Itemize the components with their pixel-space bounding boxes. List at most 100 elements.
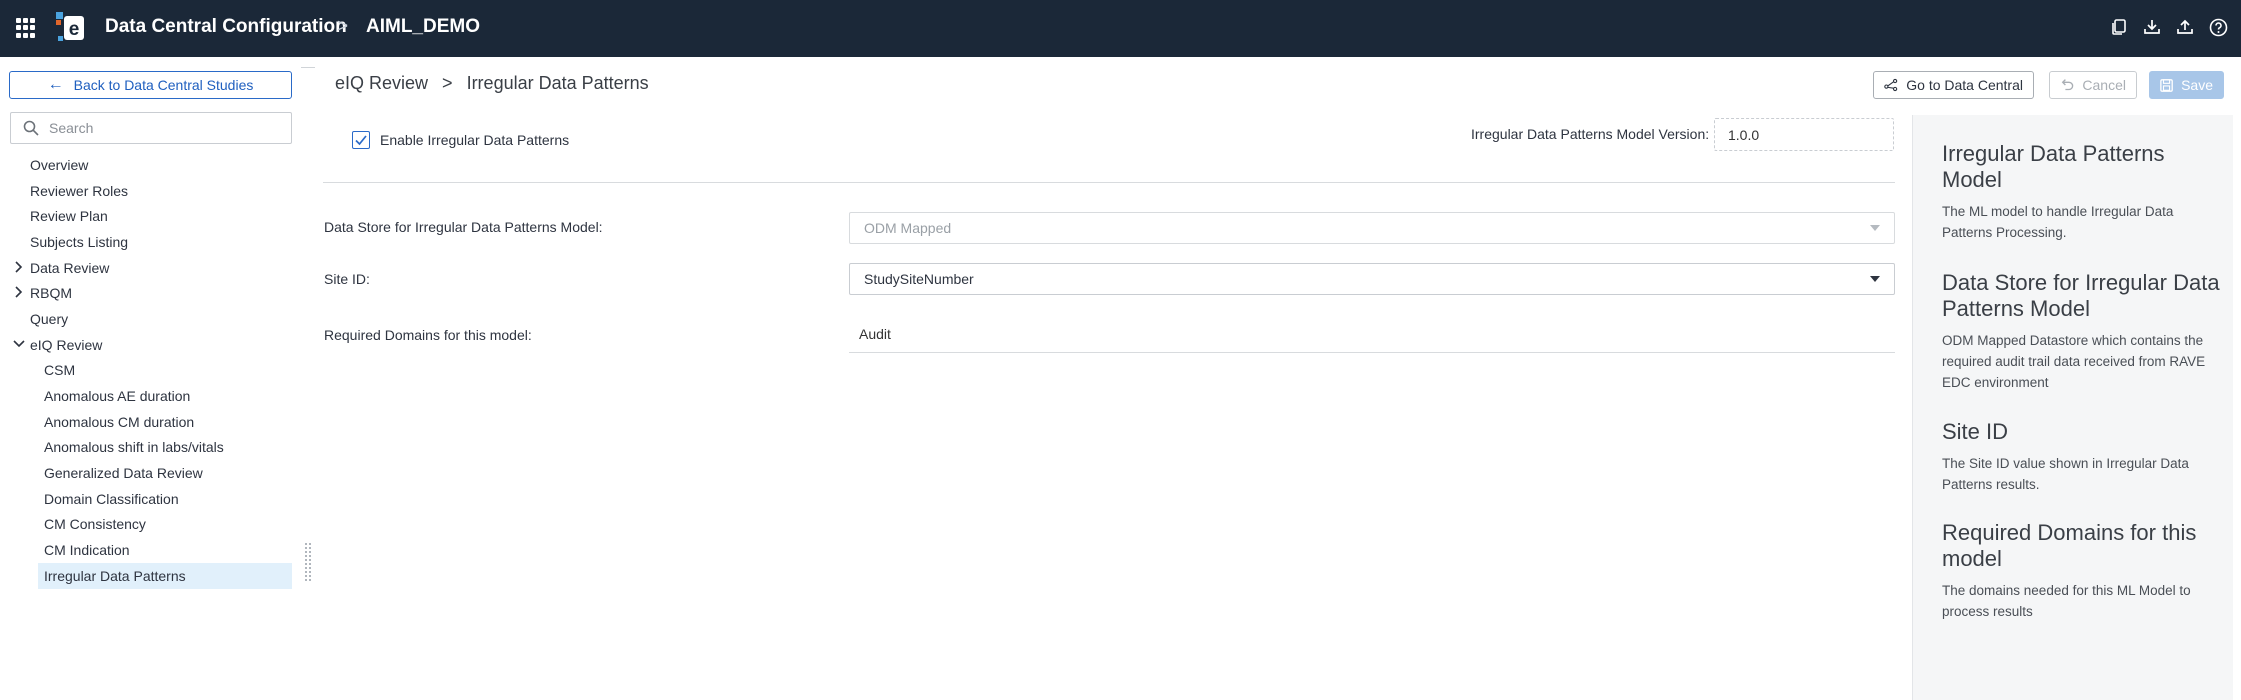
- sidebar-item-generalized-data-review[interactable]: Generalized Data Review: [0, 460, 295, 486]
- help-section-data-store: Data Store for Irregular Data Patterns M…: [1942, 270, 2224, 393]
- sidebar-item-cm-consistency[interactable]: CM Consistency: [0, 512, 295, 538]
- sidebar-item-data-review[interactable]: Data Review: [0, 255, 295, 281]
- sidebar-item-label: Query: [30, 310, 69, 327]
- help-section-site-id: Site ID The Site ID value shown in Irreg…: [1942, 419, 2224, 495]
- sidebar-item-label: Anomalous shift in labs/vitals: [44, 439, 224, 456]
- chevron-right-icon[interactable]: [12, 260, 26, 274]
- enable-label: Enable Irregular Data Patterns: [380, 132, 570, 148]
- study-name: AIML_DEMO: [366, 16, 480, 37]
- sidebar-item-overview[interactable]: Overview: [0, 152, 295, 178]
- version-label: Irregular Data Patterns Model Version:: [1471, 126, 1710, 142]
- app-title[interactable]: Data Central Configuration: [105, 16, 347, 38]
- save-icon: [2160, 78, 2173, 92]
- sidebar-item-anomalous-shift[interactable]: Anomalous shift in labs/vitals: [0, 435, 295, 461]
- version-field: 1.0.0: [1714, 118, 1894, 151]
- breadcrumb-separator: >: [337, 16, 349, 37]
- page-breadcrumb: eIQ Review > Irregular Data Patterns: [335, 73, 649, 94]
- sidebar-item-label: Generalized Data Review: [44, 465, 203, 482]
- help-text: The Site ID value shown in Irregular Dat…: [1942, 456, 2189, 492]
- sidebar-item-rbqm[interactable]: RBQM: [0, 280, 295, 306]
- undo-icon: [2061, 79, 2074, 91]
- sidebar-item-label: RBQM: [30, 285, 72, 302]
- enable-checkbox[interactable]: [352, 131, 370, 149]
- sidebar-item-cm-indication[interactable]: CM Indication: [0, 537, 295, 563]
- sidebar-search: [10, 112, 292, 144]
- search-icon: [23, 120, 39, 136]
- sidebar-item-label: Subjects Listing: [30, 233, 129, 250]
- sidebar-item-eiq-review[interactable]: eIQ Review: [0, 332, 295, 358]
- site-id-select[interactable]: StudySiteNumber: [849, 263, 1895, 295]
- copy-icon[interactable]: [2108, 16, 2130, 38]
- svg-text:e: e: [69, 19, 80, 40]
- breadcrumb-parent[interactable]: eIQ Review: [335, 73, 428, 94]
- sidebar-item-label: CM Consistency: [44, 516, 146, 533]
- help-title: Required Domains for this model: [1942, 520, 2197, 571]
- help-panel: Irregular Data Patterns Model The ML mod…: [1912, 115, 2233, 700]
- sidebar-item-review-plan[interactable]: Review Plan: [0, 203, 295, 229]
- page-title: Irregular Data Patterns: [466, 73, 649, 93]
- sidebar-item-domain-classification[interactable]: Domain Classification: [0, 486, 295, 512]
- help-circle-icon[interactable]: [2207, 16, 2229, 38]
- download-icon[interactable]: [2141, 16, 2163, 38]
- check-icon: [355, 135, 367, 146]
- help-text: The ML model to handle Irregular Data Pa…: [1942, 204, 2174, 240]
- top-actions: [2108, 16, 2229, 38]
- sidebar-item-label: Overview: [30, 156, 89, 173]
- help-title: Data Store for Irregular Data Patterns M…: [1942, 270, 2220, 321]
- back-to-studies-button[interactable]: ← Back to Data Central Studies: [9, 71, 292, 99]
- sidebar-item-label: Review Plan: [30, 208, 108, 225]
- search-input[interactable]: [49, 120, 269, 136]
- form-divider: [323, 182, 1895, 183]
- required-domains-value: Audit: [849, 315, 1895, 353]
- chevron-right-icon[interactable]: [12, 285, 26, 299]
- save-button[interactable]: Save: [2149, 71, 2224, 99]
- upload-icon[interactable]: [2174, 16, 2196, 38]
- help-text: The domains needed for this ML Model to …: [1942, 583, 2191, 619]
- sidebar-item-label: Anomalous CM duration: [44, 413, 195, 430]
- sidebar-item-anomalous-cm-duration[interactable]: Anomalous CM duration: [0, 409, 295, 435]
- site-id-value: StudySiteNumber: [864, 271, 974, 287]
- pane-divider: [301, 67, 315, 68]
- go-to-data-central-button[interactable]: Go to Data Central: [1873, 71, 2034, 99]
- enable-row: Enable Irregular Data Patterns: [352, 131, 569, 149]
- cancel-label: Cancel: [2082, 77, 2126, 93]
- help-title: Irregular Data Patterns Model: [1942, 141, 2165, 192]
- sidebar-item-query[interactable]: Query: [0, 306, 295, 332]
- help-section-model: Irregular Data Patterns Model The ML mod…: [1942, 141, 2224, 243]
- data-store-value: ODM Mapped: [864, 220, 952, 236]
- help-section-required-domains: Required Domains for this model The doma…: [1942, 520, 2224, 622]
- chevron-down-icon[interactable]: [12, 337, 26, 351]
- sidebar-item-label: CM Indication: [44, 542, 130, 559]
- site-id-label: Site ID:: [324, 271, 370, 287]
- caret-down-icon: [1870, 225, 1880, 231]
- sidebar-item-label: Domain Classification: [44, 490, 179, 507]
- back-button-label: Back to Data Central Studies: [73, 77, 254, 93]
- sidebar-item-irregular-data-patterns[interactable]: Irregular Data Patterns: [38, 563, 292, 589]
- cancel-button[interactable]: Cancel: [2049, 71, 2137, 99]
- sidebar-item-reviewer-roles[interactable]: Reviewer Roles: [0, 178, 295, 204]
- help-text: ODM Mapped Datastore which contains the …: [1942, 333, 2206, 390]
- go-to-data-central-label: Go to Data Central: [1906, 77, 2023, 93]
- sidebar-item-label: Anomalous AE duration: [44, 388, 191, 405]
- data-store-select[interactable]: ODM Mapped: [849, 212, 1895, 244]
- sidebar-item-anomalous-ae-duration[interactable]: Anomalous AE duration: [0, 383, 295, 409]
- network-share-icon: [1884, 78, 1898, 92]
- sidebar-item-label: eIQ Review: [30, 336, 103, 353]
- save-label: Save: [2181, 77, 2213, 93]
- e-logo-icon: e: [56, 12, 84, 41]
- sidebar-item-csm[interactable]: CSM: [0, 358, 295, 384]
- required-domains-label: Required Domains for this model:: [324, 327, 532, 343]
- sidebar-item-label: Irregular Data Patterns: [44, 567, 186, 584]
- caret-down-icon: [1870, 276, 1880, 282]
- apps-grid-icon[interactable]: [16, 18, 36, 38]
- help-title: Site ID: [1942, 419, 2009, 444]
- sidebar-item-subjects-listing[interactable]: Subjects Listing: [0, 229, 295, 255]
- sidebar-item-label: CSM: [44, 362, 76, 379]
- arrow-left-icon: ←: [47, 76, 64, 93]
- sidebar-nav: Overview Reviewer Roles Review Plan Subj…: [0, 152, 295, 589]
- sidebar-item-label: Reviewer Roles: [30, 182, 129, 199]
- breadcrumb-separator: >: [442, 73, 453, 93]
- top-bar: e Data Central Configuration > AIML_DEMO: [0, 0, 2241, 57]
- sidebar-resize-handle[interactable]: [305, 543, 311, 581]
- sidebar-item-label: Data Review: [30, 259, 110, 276]
